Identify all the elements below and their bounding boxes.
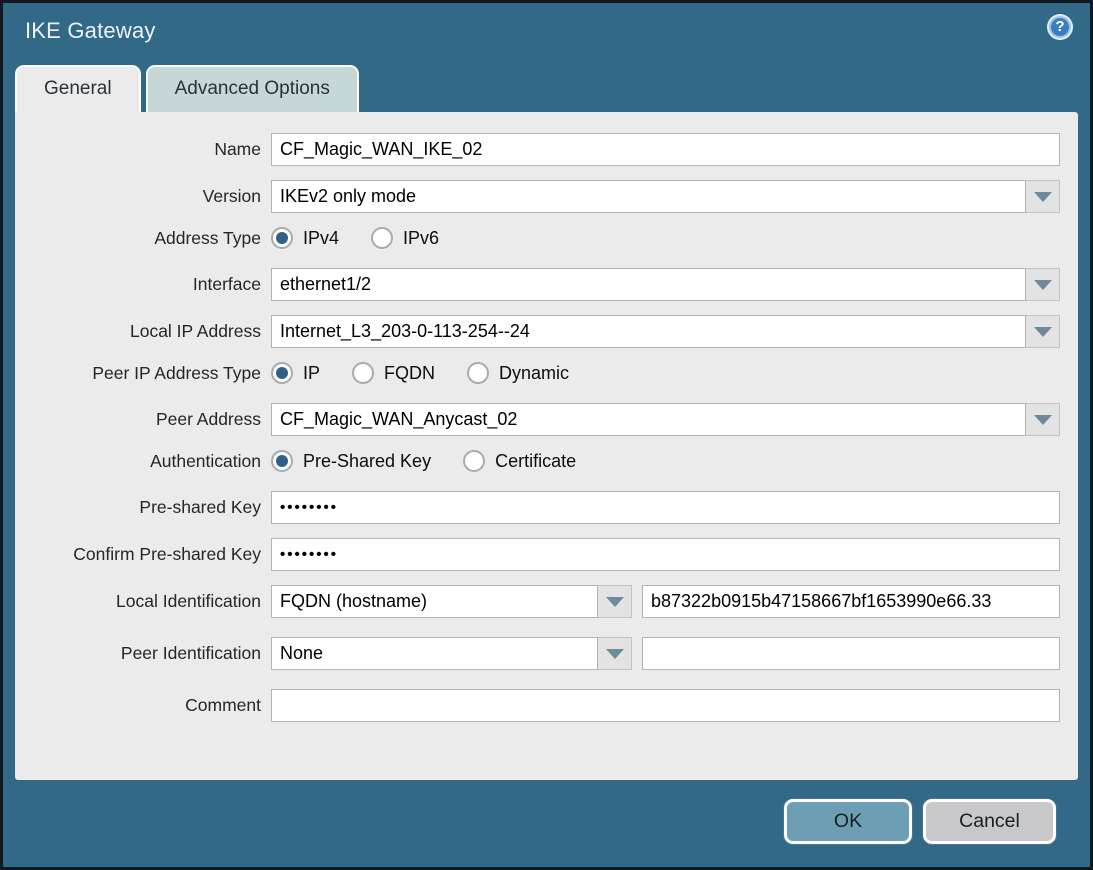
version-input[interactable] bbox=[271, 180, 1026, 213]
version-dropdown-button[interactable] bbox=[1026, 180, 1060, 213]
address-type-label: Address Type bbox=[15, 228, 271, 249]
radio-circle-ipv6 bbox=[371, 227, 393, 249]
cancel-button[interactable]: Cancel bbox=[923, 799, 1056, 844]
confirm-pre-shared-key-label: Confirm Pre-shared Key bbox=[15, 544, 271, 565]
name-row: Name bbox=[15, 133, 1060, 166]
tab-bar: General Advanced Options bbox=[3, 65, 1090, 112]
pre-shared-key-input[interactable] bbox=[271, 491, 1060, 524]
chevron-down-icon bbox=[1034, 280, 1052, 290]
address-type-row: Address Type IPv4 IPv6 bbox=[15, 227, 1060, 249]
comment-input[interactable] bbox=[271, 689, 1060, 722]
peer-identification-row: Peer Identification bbox=[15, 637, 1060, 670]
version-row: Version bbox=[15, 180, 1060, 213]
radio-circle-ip bbox=[271, 362, 293, 384]
chevron-down-icon bbox=[1034, 192, 1052, 202]
local-identification-label: Local Identification bbox=[15, 591, 271, 612]
pre-shared-key-label: Pre-shared Key bbox=[15, 497, 271, 518]
radio-label-ip: IP bbox=[303, 363, 320, 384]
help-icon[interactable]: ? bbox=[1049, 16, 1071, 38]
ike-gateway-dialog: IKE Gateway ? General Advanced Options N… bbox=[0, 0, 1093, 870]
radio-circle-dynamic bbox=[467, 362, 489, 384]
local-identification-dropdown-button[interactable] bbox=[598, 585, 632, 618]
chevron-down-icon bbox=[1034, 415, 1052, 425]
radio-circle-ipv4 bbox=[271, 227, 293, 249]
local-identification-type-input[interactable] bbox=[271, 585, 598, 618]
version-label: Version bbox=[15, 186, 271, 207]
radio-label-pre-shared-key: Pre-Shared Key bbox=[303, 451, 431, 472]
authentication-row: Authentication Pre-Shared Key Certificat… bbox=[15, 450, 1060, 472]
radio-fqdn[interactable]: FQDN bbox=[352, 362, 435, 384]
tab-advanced-options[interactable]: Advanced Options bbox=[146, 65, 359, 112]
dialog-footer: OK Cancel bbox=[784, 799, 1056, 844]
window-title: IKE Gateway bbox=[25, 18, 156, 44]
general-tab-panel: Name Version Address Type IPv4 bbox=[15, 112, 1078, 780]
interface-dropdown-button[interactable] bbox=[1026, 268, 1060, 301]
interface-row: Interface bbox=[15, 268, 1060, 301]
interface-input[interactable] bbox=[271, 268, 1026, 301]
local-ip-address-label: Local IP Address bbox=[15, 321, 271, 342]
peer-identification-value-input[interactable] bbox=[642, 637, 1060, 670]
radio-ipv6[interactable]: IPv6 bbox=[371, 227, 439, 249]
peer-identification-label: Peer Identification bbox=[15, 643, 271, 664]
peer-address-input[interactable] bbox=[271, 403, 1026, 436]
name-label: Name bbox=[15, 139, 271, 160]
radio-label-ipv6: IPv6 bbox=[403, 228, 439, 249]
local-ip-address-dropdown-button[interactable] bbox=[1026, 315, 1060, 348]
radio-certificate[interactable]: Certificate bbox=[463, 450, 576, 472]
radio-circle-fqdn bbox=[352, 362, 374, 384]
confirm-pre-shared-key-row: Confirm Pre-shared Key bbox=[15, 538, 1060, 571]
comment-row: Comment bbox=[15, 689, 1060, 722]
tab-general[interactable]: General bbox=[15, 65, 141, 112]
title-bar: IKE Gateway ? bbox=[3, 3, 1090, 65]
local-ip-address-row: Local IP Address bbox=[15, 315, 1060, 348]
radio-label-fqdn: FQDN bbox=[384, 363, 435, 384]
peer-ip-address-type-label: Peer IP Address Type bbox=[15, 363, 271, 384]
radio-label-certificate: Certificate bbox=[495, 451, 576, 472]
confirm-pre-shared-key-input[interactable] bbox=[271, 538, 1060, 571]
radio-label-ipv4: IPv4 bbox=[303, 228, 339, 249]
radio-label-dynamic: Dynamic bbox=[499, 363, 569, 384]
radio-ip[interactable]: IP bbox=[271, 362, 320, 384]
radio-pre-shared-key[interactable]: Pre-Shared Key bbox=[271, 450, 431, 472]
radio-circle-certificate bbox=[463, 450, 485, 472]
local-identification-row: Local Identification bbox=[15, 585, 1060, 618]
local-identification-value-input[interactable] bbox=[642, 585, 1060, 618]
pre-shared-key-row: Pre-shared Key bbox=[15, 491, 1060, 524]
peer-ip-address-type-row: Peer IP Address Type IP FQDN Dynamic bbox=[15, 362, 1060, 384]
comment-label: Comment bbox=[15, 695, 271, 716]
local-ip-address-input[interactable] bbox=[271, 315, 1026, 348]
ok-button[interactable]: OK bbox=[784, 799, 912, 844]
interface-label: Interface bbox=[15, 274, 271, 295]
name-input[interactable] bbox=[271, 133, 1060, 166]
authentication-label: Authentication bbox=[15, 451, 271, 472]
peer-identification-type-input[interactable] bbox=[271, 637, 598, 670]
peer-address-dropdown-button[interactable] bbox=[1026, 403, 1060, 436]
chevron-down-icon bbox=[606, 649, 624, 659]
chevron-down-icon bbox=[606, 597, 624, 607]
peer-identification-dropdown-button[interactable] bbox=[598, 637, 632, 670]
radio-ipv4[interactable]: IPv4 bbox=[271, 227, 339, 249]
chevron-down-icon bbox=[1034, 327, 1052, 337]
radio-dynamic[interactable]: Dynamic bbox=[467, 362, 569, 384]
radio-circle-pre-shared-key bbox=[271, 450, 293, 472]
peer-address-label: Peer Address bbox=[15, 409, 271, 430]
peer-address-row: Peer Address bbox=[15, 403, 1060, 436]
